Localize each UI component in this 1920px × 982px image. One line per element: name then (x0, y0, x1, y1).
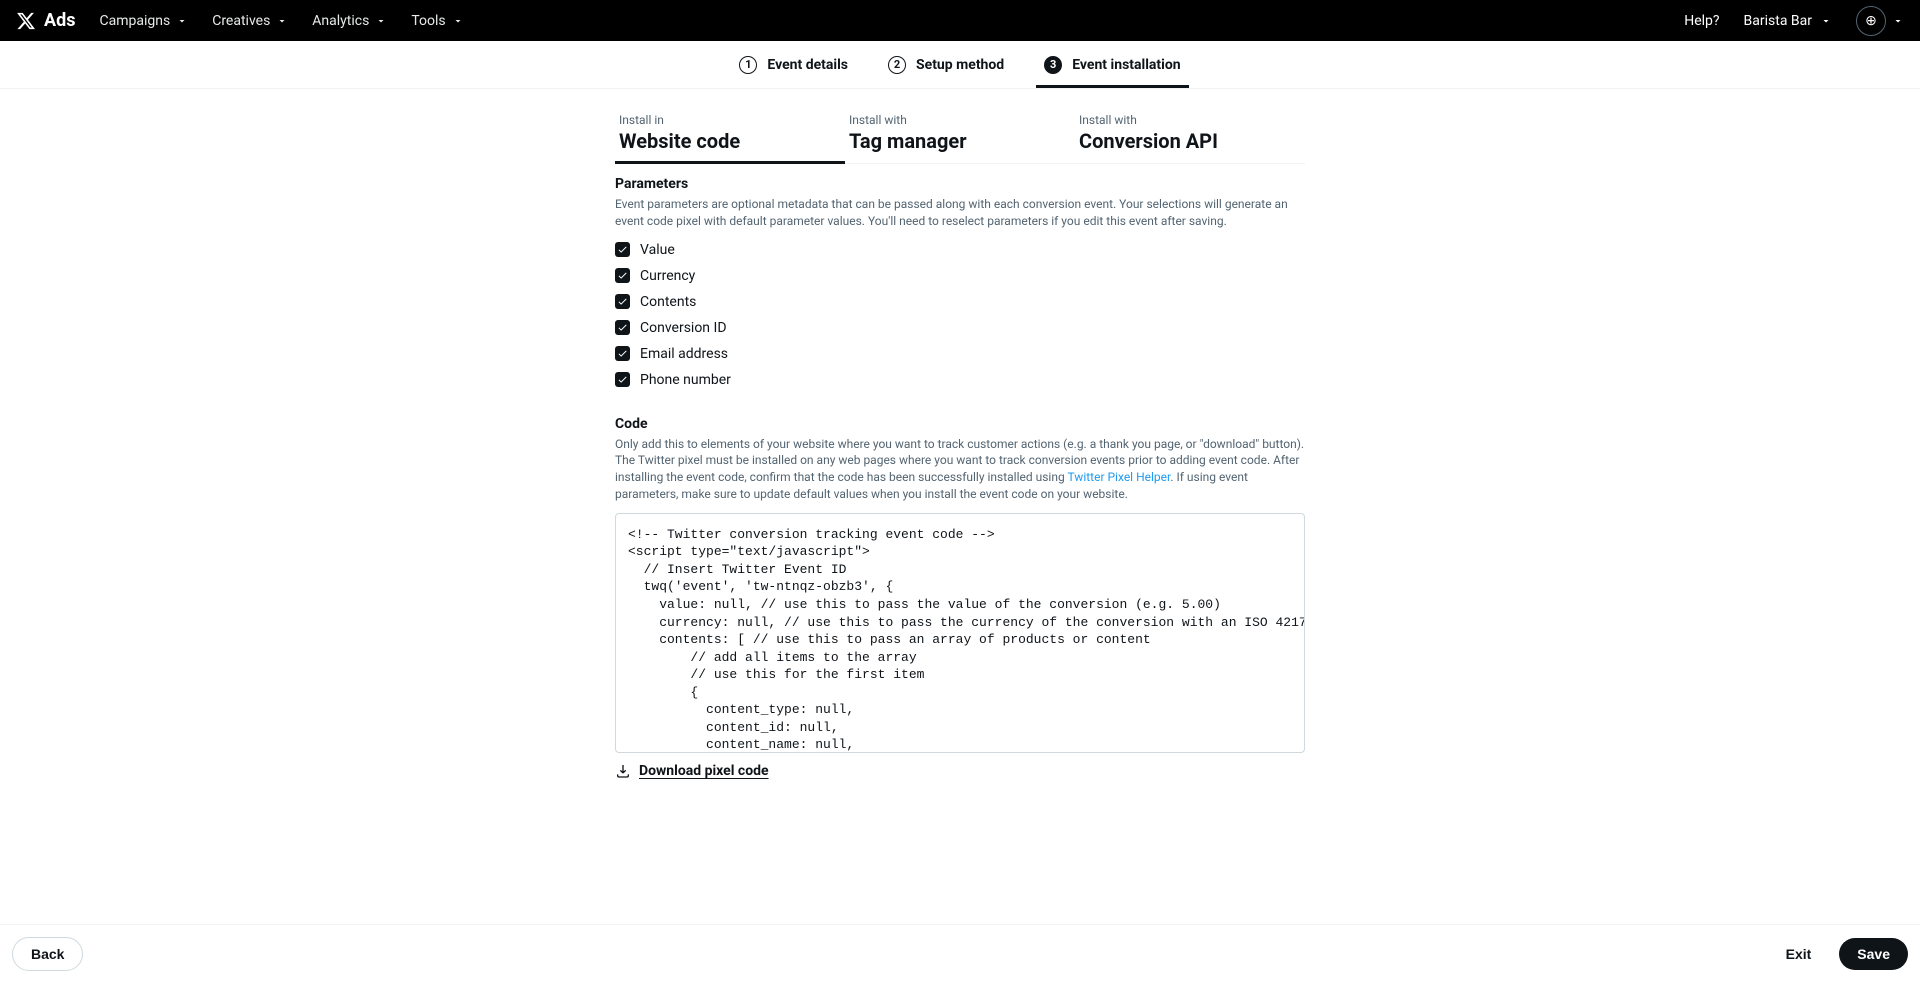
nav-right: Help? Barista Bar ⊕ (1684, 6, 1904, 36)
step-number: 1 (739, 56, 757, 74)
chevron-down-icon (375, 15, 387, 27)
tab-website-code[interactable]: Install in Website code (615, 113, 845, 163)
checkbox-label: Phone number (640, 372, 731, 388)
checkbox-icon (615, 372, 630, 387)
step-label: Event details (767, 57, 848, 73)
step-event-details[interactable]: 1 Event details (739, 41, 848, 88)
checkbox-value[interactable]: Value (615, 242, 1305, 258)
step-number: 3 (1044, 56, 1062, 74)
checkbox-label: Value (640, 242, 675, 258)
download-icon (615, 763, 631, 779)
checkbox-label: Email address (640, 346, 728, 362)
footer-right: Exit Save (1768, 938, 1908, 970)
nav-item-label: Analytics (312, 13, 369, 29)
chevron-down-icon (1892, 15, 1904, 27)
nav-tools[interactable]: Tools (411, 13, 463, 29)
checkbox-currency[interactable]: Currency (615, 268, 1305, 284)
brand-text: Ads (44, 10, 75, 31)
step-label: Setup method (916, 57, 1004, 73)
save-button[interactable]: Save (1839, 938, 1908, 970)
tab-tag-manager[interactable]: Install with Tag manager (845, 113, 1075, 163)
pixel-helper-link[interactable]: Twitter Pixel Helper (1067, 470, 1170, 484)
checkbox-label: Conversion ID (640, 320, 727, 336)
exit-button[interactable]: Exit (1768, 938, 1830, 970)
tab-title: Website code (619, 129, 740, 153)
nav-item-label: Tools (411, 13, 445, 29)
checkbox-label: Currency (640, 268, 695, 284)
tab-overline: Install with (1079, 113, 1301, 127)
checkbox-icon (615, 242, 630, 257)
main-content: Install in Website code Install with Tag… (0, 89, 1920, 924)
code-title: Code (615, 416, 1305, 432)
step-number: 2 (888, 56, 906, 74)
tab-overline: Install with (849, 113, 1071, 127)
download-pixel-code[interactable]: Download pixel code (615, 763, 1305, 779)
chevron-down-icon (452, 15, 464, 27)
checkbox-icon (615, 268, 630, 283)
install-tabs: Install in Website code Install with Tag… (615, 113, 1305, 164)
chevron-down-icon (1820, 15, 1832, 27)
code-desc: Only add this to elements of your websit… (615, 436, 1305, 503)
step-setup-method[interactable]: 2 Setup method (888, 41, 1004, 88)
chevron-down-icon (276, 15, 288, 27)
steps-bar: 1 Event details 2 Setup method 3 Event i… (0, 41, 1920, 89)
help-link[interactable]: Help? (1684, 13, 1719, 29)
tab-overline: Install in (619, 113, 841, 127)
avatar-icon: ⊕ (1856, 6, 1886, 36)
nav-campaigns[interactable]: Campaigns (99, 13, 188, 29)
checkbox-icon (615, 294, 630, 309)
step-label: Event installation (1072, 57, 1180, 73)
checkbox-label: Contents (640, 294, 696, 310)
content-inner: Install in Website code Install with Tag… (615, 113, 1305, 779)
top-nav: Ads Campaigns Creatives Analytics Tools … (0, 0, 1920, 41)
logo[interactable]: Ads (16, 10, 75, 31)
account-selector[interactable]: Barista Bar (1744, 13, 1832, 29)
chevron-down-icon (176, 15, 188, 27)
nav-item-label: Creatives (212, 13, 270, 29)
parameters-desc: Event parameters are optional metadata t… (615, 196, 1305, 230)
parameters-list: Value Currency Contents Conversion ID Em… (615, 242, 1305, 388)
tab-title: Tag manager (849, 129, 967, 153)
checkbox-phone-number[interactable]: Phone number (615, 372, 1305, 388)
code-snippet-box[interactable]: <!-- Twitter conversion tracking event c… (615, 513, 1305, 753)
nav-left: Ads Campaigns Creatives Analytics Tools (16, 10, 464, 31)
checkbox-contents[interactable]: Contents (615, 294, 1305, 310)
checkbox-icon (615, 320, 630, 335)
step-event-installation[interactable]: 3 Event installation (1044, 41, 1180, 88)
download-label: Download pixel code (639, 763, 769, 779)
tab-conversion-api[interactable]: Install with Conversion API (1075, 113, 1305, 163)
account-name: Barista Bar (1744, 13, 1812, 29)
parameters-title: Parameters (615, 176, 1305, 192)
checkbox-icon (615, 346, 630, 361)
tab-title: Conversion API (1079, 129, 1218, 153)
checkbox-conversion-id[interactable]: Conversion ID (615, 320, 1305, 336)
x-logo-icon (16, 11, 36, 31)
footer: Back Exit Save (0, 924, 1920, 982)
back-button[interactable]: Back (12, 937, 83, 971)
nav-item-label: Campaigns (99, 13, 170, 29)
nav-analytics[interactable]: Analytics (312, 13, 387, 29)
checkbox-email-address[interactable]: Email address (615, 346, 1305, 362)
nav-creatives[interactable]: Creatives (212, 13, 288, 29)
user-menu[interactable]: ⊕ (1856, 6, 1904, 36)
